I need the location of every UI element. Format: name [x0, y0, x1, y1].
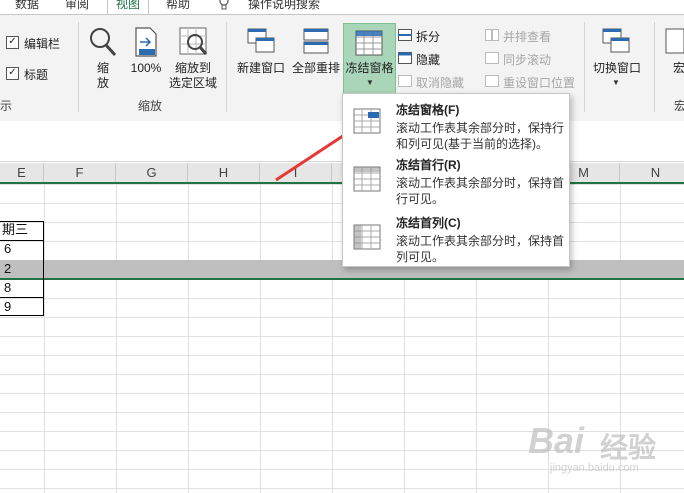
macros-group-label: 宏 — [674, 99, 684, 113]
headings-label: 标题 — [24, 68, 49, 82]
macros-icon[interactable] — [664, 27, 684, 55]
new-window-button[interactable]: 新建窗口 — [234, 61, 288, 76]
group-separator — [584, 22, 585, 112]
dropdown-caret-icon: ▼ — [366, 78, 374, 87]
table-cell[interactable]: 8 — [4, 279, 11, 297]
table-cell[interactable]: 期三 — [2, 221, 28, 239]
freeze-panes-icon — [353, 108, 381, 134]
freeze-panes-button[interactable]: 冻结窗格 ▼ — [343, 23, 396, 95]
zoom-100-button[interactable]: 100% — [128, 61, 164, 76]
arrange-all-button[interactable]: 全部重排 — [290, 61, 342, 76]
tell-me-search[interactable]: 操作说明搜索 — [244, 0, 324, 14]
freeze-top-row-icon — [353, 166, 381, 192]
menu-item-description: 滚动工作表其余部分时，保持行和列可见(基于当前的选择)。 — [396, 121, 565, 151]
headings-checkbox[interactable]: ✓ — [6, 67, 19, 80]
zoom-to-selection-icon[interactable] — [178, 26, 208, 58]
freeze-first-column-icon — [353, 224, 381, 250]
menu-item-title: 冻结窗格(F) — [396, 103, 460, 117]
formula-bar-label: 编辑栏 — [24, 37, 61, 51]
column-header[interactable]: E — [0, 163, 44, 182]
watermark-url: jingyan.baidu.com — [550, 462, 639, 474]
freeze-panes-icon — [355, 30, 383, 56]
column-header[interactable]: H — [188, 163, 260, 182]
table-cell[interactable]: 6 — [4, 240, 11, 258]
unhide-button[interactable]: 取消隐藏 — [416, 74, 464, 91]
view-side-by-side-button[interactable]: 并排查看 — [503, 28, 551, 45]
menu-item-description: 滚动工作表其余部分时，保持首列可见。 — [396, 234, 565, 264]
show-group-label: 示 — [0, 99, 13, 113]
menu-item-freeze-panes[interactable]: 冻结窗格(F) 滚动工作表其余部分时，保持行和列可见(基于当前的选择)。 — [343, 96, 569, 152]
menu-item-title: 冻结首行(R) — [396, 158, 461, 172]
side-by-side-icon — [485, 29, 499, 41]
switch-windows-icon[interactable] — [601, 27, 631, 55]
column-header[interactable]: F — [44, 163, 116, 182]
tab-view[interactable]: 视图 — [107, 0, 149, 14]
zoom-magnifier-icon[interactable] — [88, 26, 118, 58]
hide-button[interactable]: 隐藏 — [416, 51, 440, 68]
freeze-line — [0, 278, 684, 280]
dropdown-caret-icon: ▼ — [612, 78, 620, 87]
zoom-button-label[interactable]: 缩放 — [94, 61, 112, 91]
table-cell[interactable]: 9 — [4, 298, 11, 316]
group-separator — [78, 22, 79, 112]
group-separator — [226, 22, 227, 112]
tab-review[interactable]: 审阅 — [62, 0, 92, 14]
menu-item-title: 冻结首列(C) — [396, 216, 461, 230]
column-header[interactable]: N — [620, 163, 684, 182]
arrange-all-icon[interactable] — [302, 27, 330, 55]
reset-window-position-button[interactable]: 重设窗口位置 — [503, 74, 575, 91]
tab-help[interactable]: 帮助 — [163, 0, 193, 14]
sync-scroll-icon — [485, 52, 499, 64]
macros-button[interactable]: 宏 — [672, 61, 684, 76]
menu-item-freeze-first-column[interactable]: 冻结首列(C) 滚动工作表其余部分时，保持首列可见。 — [343, 212, 569, 266]
watermark-logo-text: 经验 — [600, 432, 657, 463]
column-header[interactable]: G — [116, 163, 188, 182]
freeze-panes-menu: 冻结窗格(F) 滚动工作表其余部分时，保持行和列可见(基于当前的选择)。 冻结首… — [342, 93, 570, 267]
ribbon-tab-bar: 数据 审阅 视图 帮助 操作说明搜索 — [0, 0, 684, 14]
group-separator — [654, 22, 655, 112]
new-window-icon[interactable] — [246, 27, 276, 55]
formula-bar-checkbox[interactable]: ✓ — [6, 36, 19, 49]
zoom-100-icon[interactable] — [132, 26, 160, 58]
watermark-logo: Bai — [528, 420, 585, 461]
tab-data[interactable]: 数据 — [12, 0, 42, 14]
unhide-window-icon — [398, 75, 412, 87]
lightbulb-icon — [219, 0, 229, 10]
switch-windows-button[interactable]: 切换窗口 — [590, 61, 644, 76]
zoom-to-selection-button[interactable]: 缩放到 选定区域 — [166, 61, 220, 91]
split-button[interactable]: 拆分 — [416, 28, 440, 45]
table-cell[interactable]: 2 — [4, 260, 11, 278]
synchronous-scrolling-button[interactable]: 同步滚动 — [503, 51, 551, 68]
zoom-group-label: 缩放 — [138, 99, 163, 113]
hide-window-icon — [398, 52, 412, 64]
split-icon — [398, 29, 412, 41]
menu-item-freeze-top-row[interactable]: 冻结首行(R) 滚动工作表其余部分时，保持首行可见。 — [343, 154, 569, 210]
menu-item-description: 滚动工作表其余部分时，保持首行可见。 — [396, 176, 565, 206]
reset-window-position-icon — [485, 75, 499, 87]
freeze-panes-label: 冻结窗格 — [345, 61, 394, 75]
